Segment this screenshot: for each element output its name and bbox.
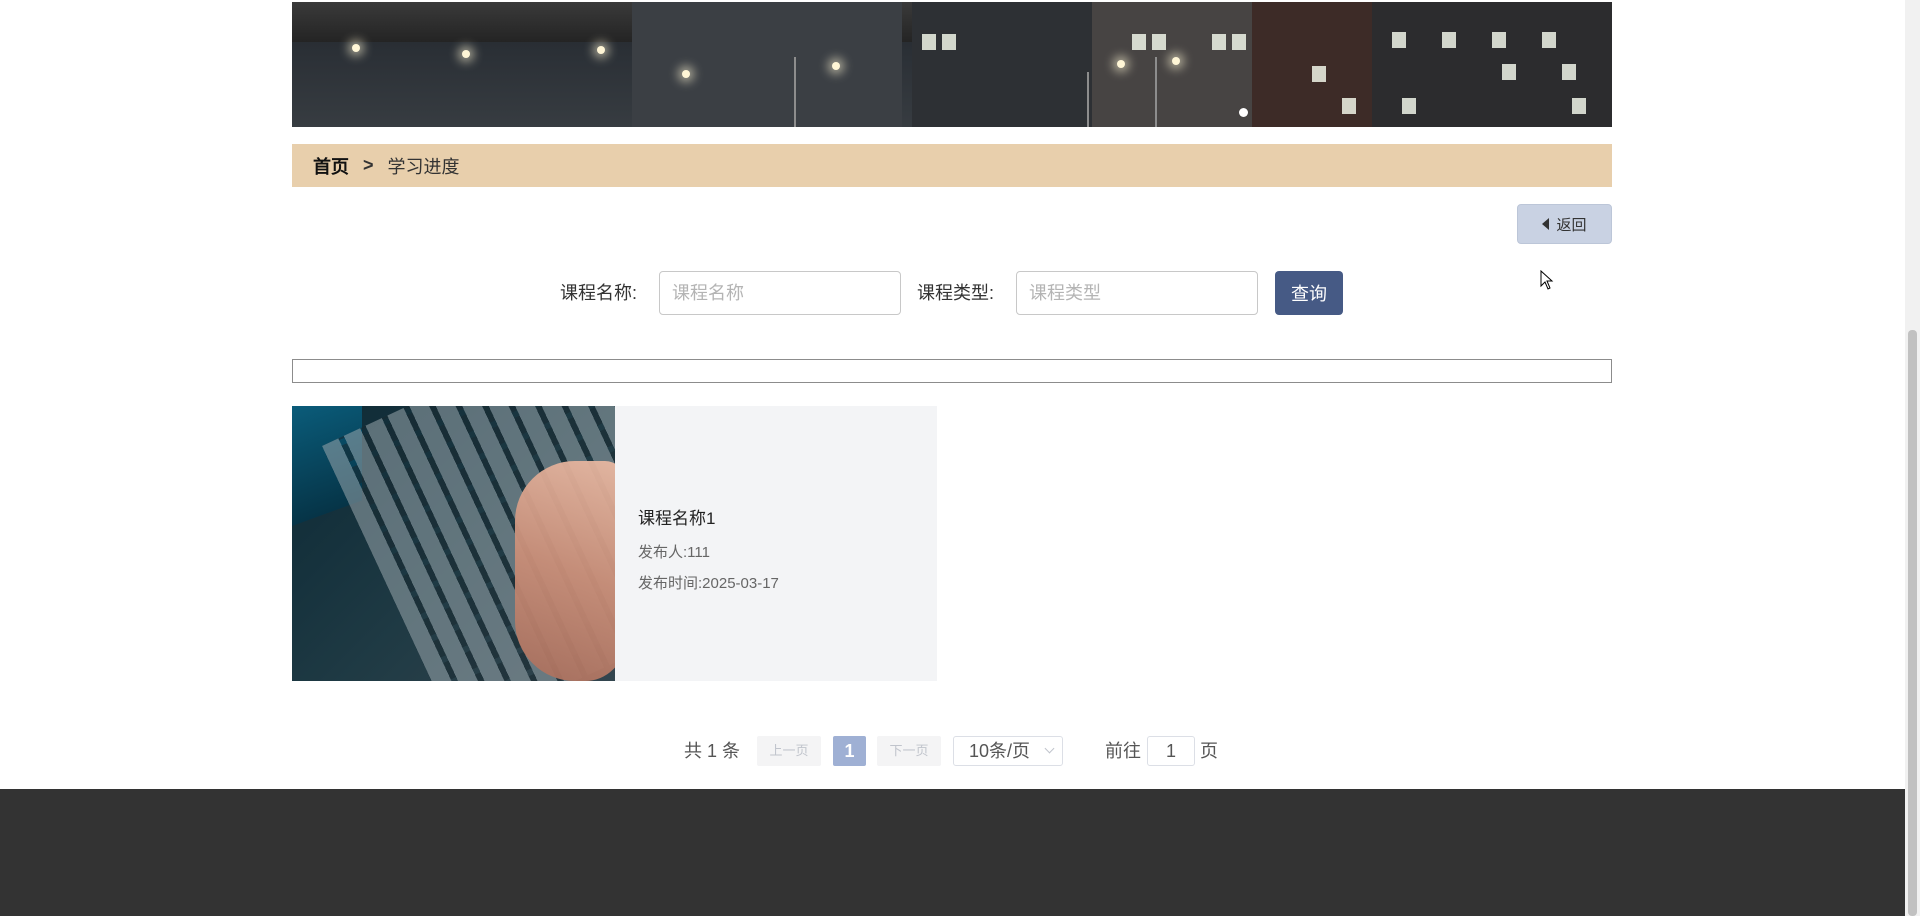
goto-suffix-label: 页 (1200, 741, 1218, 761)
breadcrumb-current: 学习进度 (387, 156, 460, 177)
banner-building (912, 2, 1092, 127)
breadcrumb: 首页 > 学习进度 (292, 144, 1612, 187)
chevron-down-icon (1044, 743, 1055, 754)
back-button-label: 返回 (1556, 216, 1587, 234)
scrollbar-thumb[interactable] (1908, 330, 1917, 916)
next-page-button[interactable]: 下一页 (877, 736, 941, 766)
breadcrumb-home-link[interactable]: 首页 (313, 153, 349, 179)
course-name-label: 课程名称: (560, 283, 638, 303)
banner-carousel (292, 2, 1612, 127)
carousel-indicator-dot[interactable] (1239, 108, 1248, 117)
course-title: 课程名称1 (638, 509, 716, 528)
back-button[interactable]: 返回 (1517, 204, 1612, 244)
page-size-value: 10条/页 (969, 741, 1031, 761)
query-button[interactable]: 查询 (1275, 271, 1343, 315)
banner-building (632, 2, 902, 127)
vertical-scrollbar[interactable] (1905, 0, 1920, 916)
course-type-label: 课程类型: (917, 283, 995, 303)
course-name-input[interactable] (659, 271, 901, 315)
course-thumbnail (292, 406, 615, 681)
page: 首页 > 学习进度 返回 课程名称: 课程类型: 查询 课程名称1 发布人:11… (0, 0, 1920, 916)
course-info: 课程名称1 发布人:111 发布时间:2025-03-17 (615, 406, 779, 681)
goto-page-input[interactable] (1147, 736, 1195, 766)
course-publish-time: 发布时间:2025-03-17 (638, 575, 779, 592)
course-publisher: 发布人:111 (638, 544, 710, 561)
banner-building (1092, 2, 1252, 127)
breadcrumb-separator: > (363, 155, 374, 175)
goto-label: 前往 (1105, 741, 1141, 761)
page-size-select[interactable]: 10条/页 (953, 736, 1063, 766)
search-form: 课程名称: 课程类型: 查询 (0, 271, 1920, 315)
course-card[interactable]: 课程名称1 发布人:111 发布时间:2025-03-17 (292, 406, 937, 681)
page-number-1[interactable]: 1 (833, 736, 866, 766)
pagination-total: 共 1 条 (684, 741, 741, 761)
footer (0, 789, 1905, 916)
empty-container (292, 359, 1612, 383)
caret-left-icon (1542, 218, 1550, 230)
prev-page-button[interactable]: 上一页 (757, 736, 821, 766)
pagination: 共 1 条 上一页 1 下一页 10条/页 前往 页 (0, 736, 1920, 766)
course-type-input[interactable] (1016, 271, 1258, 315)
